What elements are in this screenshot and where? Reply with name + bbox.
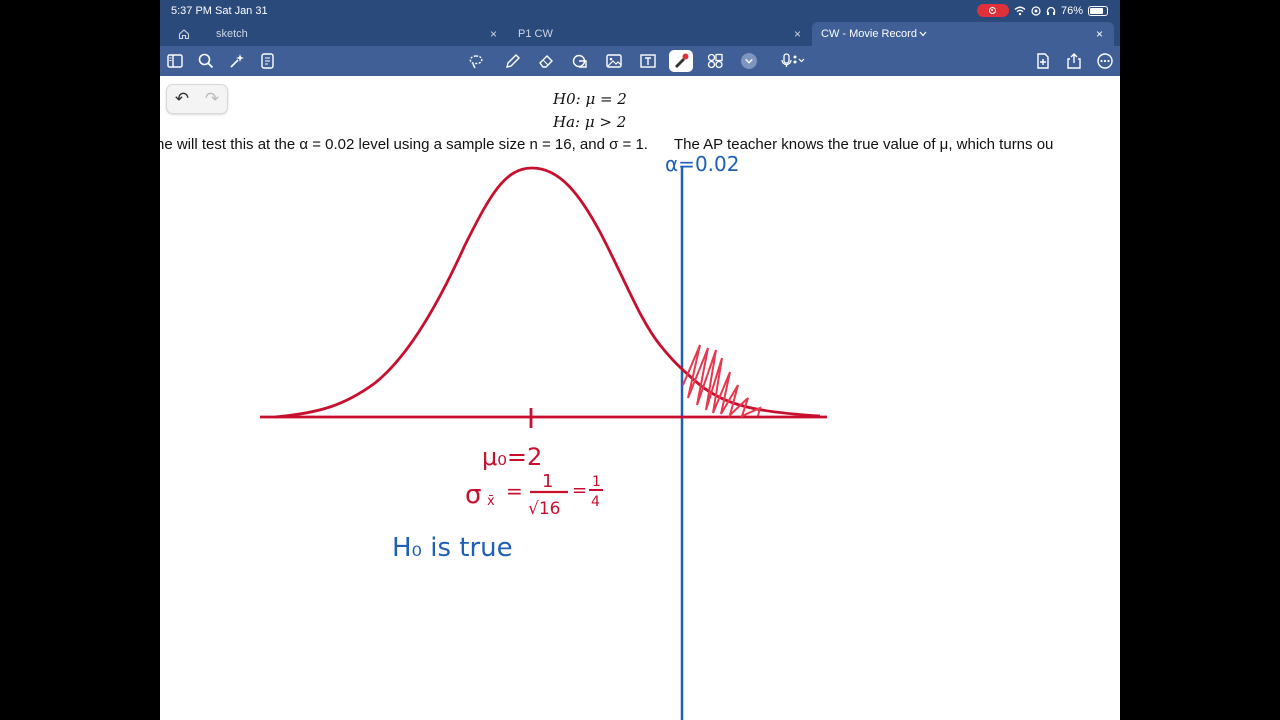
quarter-numerator: 1	[592, 474, 601, 490]
ink-layer: α=0.02 μ₀=2 σ x̄ = 1 √16 = 1 4 H₀ is tru…	[260, 152, 827, 720]
shaded-rejection-region	[682, 344, 762, 419]
h0-true-note: H₀ is true	[392, 533, 513, 563]
equals-sign-2: =	[572, 480, 587, 501]
normal-curve	[274, 166, 821, 419]
equals-sign-1: =	[506, 479, 523, 503]
fraction-denominator: √16	[528, 499, 560, 519]
mu-zero-label: μ₀=2	[482, 443, 542, 471]
quarter-denominator: 4	[591, 494, 600, 510]
notes-app-screen: 5:37 PM Sat Jan 31 76% sketch × P1 CW ×	[160, 0, 1120, 720]
fraction-numerator: 1	[542, 471, 553, 492]
sigma-subscript: x̄	[487, 494, 495, 509]
alpha-annotation: α=0.02	[665, 152, 739, 176]
sigma-label: σ	[465, 480, 481, 510]
standard-error-formula: σ x̄ = 1 √16 = 1 4	[465, 471, 603, 519]
